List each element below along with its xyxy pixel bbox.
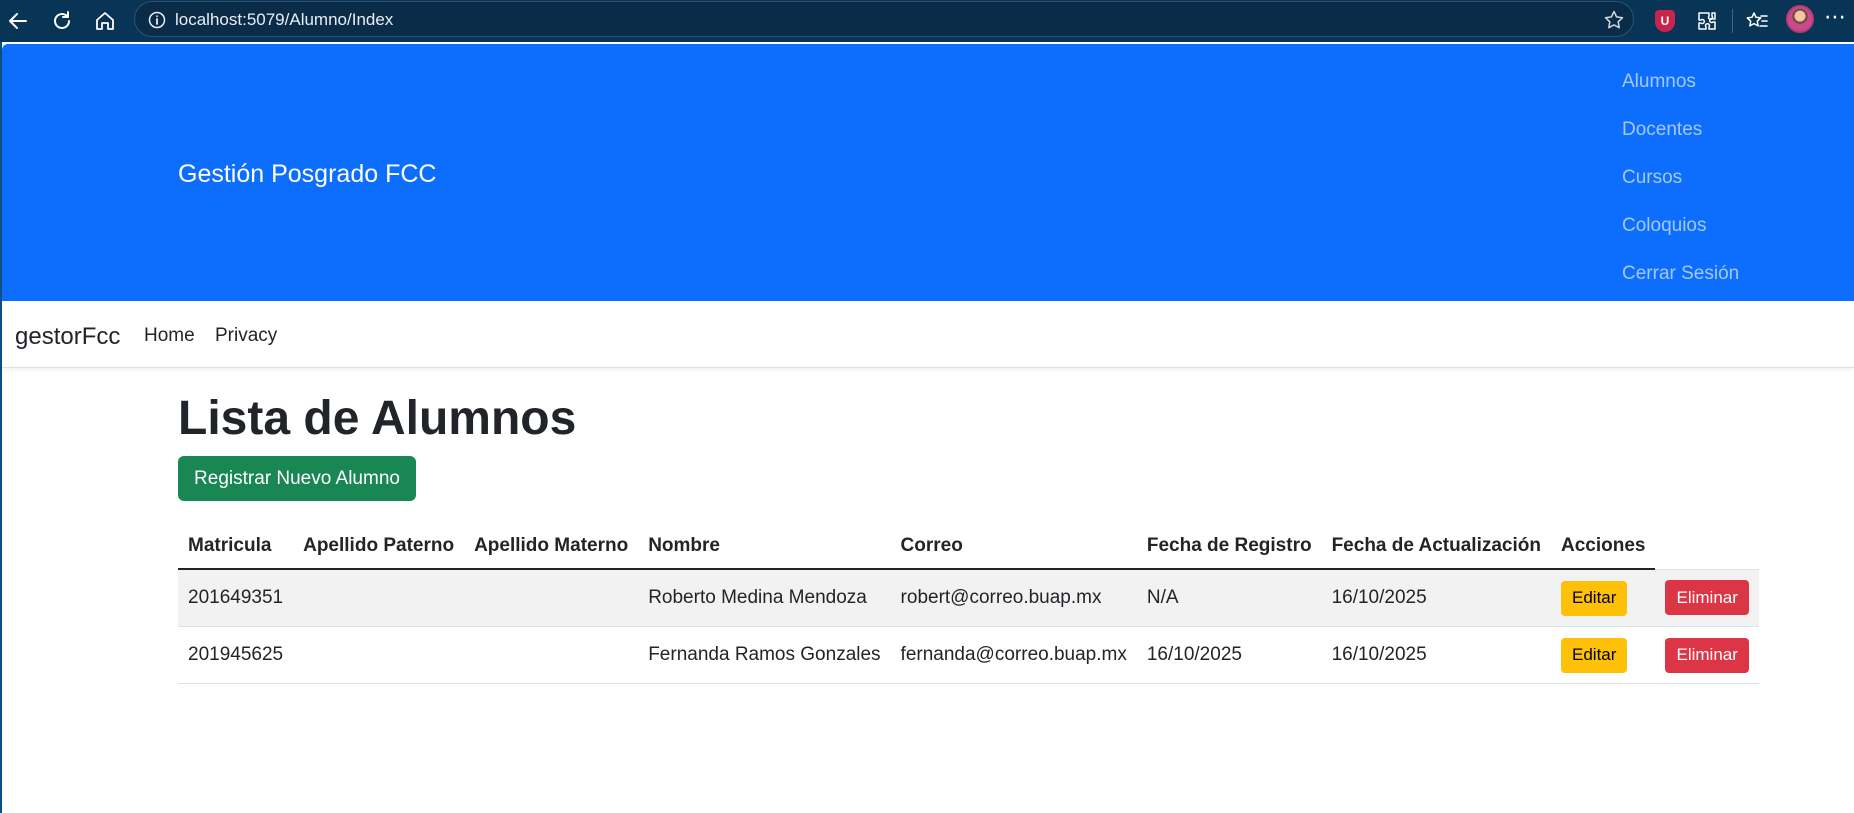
table-row: 201649351 Roberto Medina Mendoza robert@… <box>178 569 1759 627</box>
site-header: Gestión Posgrado FCC Alumnos Docentes Cu… <box>2 44 1854 301</box>
star-icon[interactable] <box>1603 9 1625 31</box>
info-icon[interactable] <box>148 11 166 29</box>
home-icon[interactable] <box>90 6 120 36</box>
column-header: Correo <box>890 524 1137 570</box>
table-header-row: Matricula Apellido Paterno Apellido Mate… <box>178 524 1759 570</box>
cell-actions: Editar <box>1551 626 1656 684</box>
column-header: Apellido Paterno <box>293 524 465 570</box>
menu-item-coloquios[interactable]: Coloquios <box>1622 206 1739 254</box>
cell-apellido-paterno <box>293 569 465 627</box>
refresh-icon[interactable] <box>47 6 77 36</box>
column-header-empty <box>1655 524 1759 570</box>
menu-item-alumnos[interactable]: Alumnos <box>1622 62 1739 110</box>
ublock-badge: U <box>1655 10 1675 32</box>
cell-apellido-materno <box>464 569 639 627</box>
column-header: Acciones <box>1551 524 1656 570</box>
cell-nombre: Roberto Medina Mendoza <box>638 569 891 627</box>
ublock-icon[interactable]: U <box>1650 6 1680 36</box>
delete-button[interactable]: Eliminar <box>1665 580 1749 616</box>
more-icon[interactable]: ⋯ <box>1820 4 1850 34</box>
cell-fecha-actualizacion: 16/10/2025 <box>1321 626 1551 684</box>
cell-nombre: Fernanda Ramos Gonzales <box>638 626 891 684</box>
delete-button[interactable]: Eliminar <box>1665 637 1749 673</box>
cell-matricula: 201649351 <box>178 569 294 627</box>
toolbar-divider <box>1732 9 1733 33</box>
column-header: Apellido Materno <box>464 524 639 570</box>
cell-fecha-registro: 16/10/2025 <box>1136 626 1322 684</box>
register-student-button[interactable]: Registrar Nuevo Alumno <box>178 456 416 501</box>
cell-matricula: 201945625 <box>178 626 294 684</box>
edit-button[interactable]: Editar <box>1561 637 1628 673</box>
cell-apellido-paterno <box>293 626 465 684</box>
site-title: Gestión Posgrado FCC <box>178 160 437 188</box>
header-menu: Alumnos Docentes Cursos Coloquios Cerrar… <box>1622 62 1739 302</box>
column-header: Fecha de Actualización <box>1321 524 1551 570</box>
profile-avatar[interactable] <box>1786 5 1814 33</box>
extensions-icon[interactable] <box>1692 6 1722 36</box>
url-text[interactable]: localhost:5079/Alumno/Index <box>175 10 393 30</box>
top-navbar: gestorFcc Home Privacy <box>2 301 1854 368</box>
column-header: Fecha de Registro <box>1136 524 1322 570</box>
cell-fecha-actualizacion: 16/10/2025 <box>1321 569 1551 627</box>
column-header: Nombre <box>638 524 891 570</box>
table-row: 201945625 Fernanda Ramos Gonzales fernan… <box>178 626 1759 684</box>
back-arrow-icon[interactable] <box>3 6 33 36</box>
students-table: Matricula Apellido Paterno Apellido Mate… <box>178 524 1759 684</box>
favorites-icon[interactable] <box>1742 6 1772 36</box>
menu-item-docentes[interactable]: Docentes <box>1622 110 1739 158</box>
browser-toolbar: localhost:5079/Alumno/Index U ⋯ <box>0 0 1854 42</box>
cell-actions: Editar <box>1551 569 1656 627</box>
menu-item-cursos[interactable]: Cursos <box>1622 158 1739 206</box>
cell-apellido-materno <box>464 626 639 684</box>
nav-link-home[interactable]: Home <box>144 325 195 347</box>
cell-actions: Eliminar <box>1655 626 1759 684</box>
address-bar[interactable]: localhost:5079/Alumno/Index <box>134 1 1634 37</box>
page-title: Lista de Alumnos <box>178 392 577 445</box>
edit-button[interactable]: Editar <box>1561 580 1628 616</box>
cell-actions: Eliminar <box>1655 569 1759 627</box>
cell-correo: robert@correo.buap.mx <box>890 569 1137 627</box>
navbar-brand[interactable]: gestorFcc <box>15 323 120 351</box>
menu-item-cerrar-sesion[interactable]: Cerrar Sesión <box>1622 254 1739 302</box>
cell-correo: fernanda@correo.buap.mx <box>890 626 1137 684</box>
cell-fecha-registro: N/A <box>1136 569 1322 627</box>
column-header: Matricula <box>178 524 294 570</box>
nav-link-privacy[interactable]: Privacy <box>215 325 277 347</box>
